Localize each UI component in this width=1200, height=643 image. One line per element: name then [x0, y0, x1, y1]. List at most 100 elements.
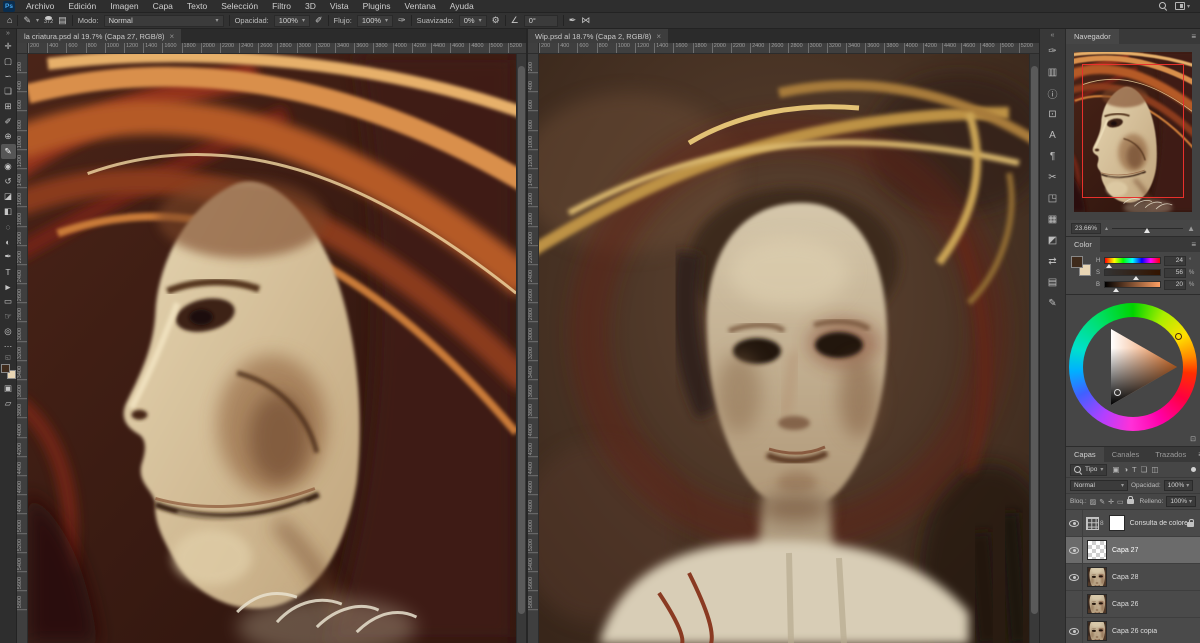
blend-mode-select[interactable]: Normal ▾: [103, 14, 224, 27]
scrollbar-2[interactable]: [1029, 54, 1039, 643]
brush-preset-picker[interactable]: 372: [44, 15, 53, 26]
slider-bar-s[interactable]: [1104, 269, 1161, 280]
navigator-view-box[interactable]: [1082, 64, 1184, 198]
lock-paint-icon[interactable]: ✎: [1099, 498, 1105, 506]
filter-shape-layers-icon[interactable]: ❏: [1141, 465, 1148, 474]
horizontal-ruler-2[interactable]: 200 400 600 800 1000 1200 1400 1600 1800 2000 2200…: [539, 43, 1039, 53]
slider-value-s[interactable]: 56: [1164, 267, 1186, 278]
menu-imagen[interactable]: Imagen: [103, 0, 145, 13]
airbrush-icon[interactable]: ✑: [398, 16, 406, 25]
object-selection-tool[interactable]: ❏: [1, 84, 16, 99]
layer-comps-panel-icon[interactable]: ▤: [1042, 272, 1064, 293]
pen-tool[interactable]: ✒: [1, 249, 16, 264]
gradient-tool[interactable]: ◧: [1, 204, 16, 219]
lock-move-icon[interactable]: ✛: [1108, 498, 1114, 506]
history-brush-tool[interactable]: ↺: [1, 174, 16, 189]
canvas-1[interactable]: [28, 54, 516, 643]
panel-menu-icon[interactable]: ≡: [1187, 237, 1200, 252]
lock-artboard-icon[interactable]: ▭: [1117, 498, 1124, 506]
toggle-brush-panel-icon[interactable]: ▤: [58, 16, 67, 25]
wheel-options-icon[interactable]: ⊡: [1190, 435, 1196, 443]
properties-panel-icon[interactable]: ◳: [1042, 188, 1064, 209]
zoom-out-icon[interactable]: ▴: [1105, 225, 1108, 232]
toolbar-collapse-icon[interactable]: »: [6, 29, 10, 39]
layer-filter-type-select[interactable]: Tipo ▾: [1070, 463, 1108, 476]
ruler-corner[interactable]: [528, 43, 539, 53]
menu-edicin[interactable]: Edición: [61, 0, 103, 13]
layer-row-4[interactable]: Capa 26 copia: [1066, 618, 1200, 643]
layer-visibility-toggle[interactable]: [1066, 591, 1083, 617]
filter-pixel-layers-icon[interactable]: ▣: [1112, 465, 1119, 474]
layer-thumbnail[interactable]: [1087, 567, 1107, 587]
foreground-color-swatch[interactable]: [0, 364, 10, 373]
color-panel-swatches[interactable]: [1071, 256, 1091, 276]
lock-all-icon[interactable]: [1126, 495, 1134, 504]
slider-bar-b[interactable]: [1104, 281, 1161, 292]
tab-capas[interactable]: Capas: [1066, 447, 1104, 462]
close-tab-icon[interactable]: ×: [656, 32, 661, 41]
layer-row-0[interactable]: 8 Consulta de colores 1: [1066, 510, 1200, 537]
marquee-tool[interactable]: ▢: [1, 54, 16, 69]
slider-thumb[interactable]: [1105, 261, 1112, 268]
menu-vista[interactable]: Vista: [323, 0, 356, 13]
layer-thumbnail[interactable]: [1087, 621, 1107, 641]
default-colors-icon[interactable]: ◱: [5, 354, 11, 362]
menu-ventana[interactable]: Ventana: [398, 0, 443, 13]
eraser-tool[interactable]: ◪: [1, 189, 16, 204]
brush-tool-icon[interactable]: ✎: [23, 16, 31, 25]
slider-bar-h[interactable]: [1104, 257, 1161, 268]
saturation-brightness-triangle[interactable]: [1069, 303, 1197, 431]
clone-stamp-tool[interactable]: ◉: [1, 159, 16, 174]
layer-opacity-select[interactable]: 100% ▾: [1163, 480, 1194, 491]
layer-row-3[interactable]: Capa 26: [1066, 591, 1200, 618]
layer-visibility-toggle[interactable]: [1066, 510, 1083, 536]
blur-tool[interactable]: ◌: [1, 219, 16, 234]
brushes-panel-icon[interactable]: ✑: [1042, 41, 1064, 62]
clone-source-panel-icon[interactable]: ⊡: [1042, 104, 1064, 125]
timeline-panel-icon[interactable]: ⇄: [1042, 251, 1064, 272]
tab-color[interactable]: Color: [1066, 237, 1100, 252]
menu-3d[interactable]: 3D: [298, 0, 323, 13]
layer-visibility-toggle[interactable]: [1066, 537, 1083, 563]
libraries-panel-icon[interactable]: ▦: [1042, 209, 1064, 230]
paint-symmetry-icon[interactable]: ⋈: [581, 16, 590, 25]
hand-tool[interactable]: ☞: [1, 309, 16, 324]
slider-thumb[interactable]: [1113, 285, 1119, 292]
brush-tool[interactable]: ✎: [0, 144, 16, 159]
character-panel-icon[interactable]: A: [1042, 125, 1064, 146]
adjustments-panel-icon[interactable]: ◩: [1042, 230, 1064, 251]
move-tool[interactable]: ✛: [1, 39, 16, 54]
home-icon[interactable]: ⌂: [7, 16, 12, 25]
menu-filtro[interactable]: Filtro: [265, 0, 298, 13]
workspace-switcher[interactable]: ▾: [1174, 2, 1190, 10]
smoothing-select[interactable]: 0% ▾: [458, 14, 487, 27]
smoothing-gear-icon[interactable]: ⚙: [492, 16, 500, 25]
histogram-panel-icon[interactable]: ▥: [1042, 62, 1064, 83]
menu-ayuda[interactable]: Ayuda: [443, 0, 481, 13]
opacity-select[interactable]: 100% ▾: [273, 14, 310, 27]
healing-brush-tool[interactable]: ⊕: [1, 129, 16, 144]
eyedropper-tool[interactable]: ✐: [1, 114, 16, 129]
slider-value-h[interactable]: 24: [1164, 255, 1186, 266]
layer-visibility-toggle[interactable]: [1066, 618, 1083, 643]
panel-menu-icon[interactable]: ≡: [1194, 447, 1200, 462]
color-swatches[interactable]: [0, 364, 16, 379]
menu-plugins[interactable]: Plugins: [356, 0, 398, 13]
filter-toggle-pin[interactable]: [1191, 467, 1196, 472]
pressure-opacity-icon[interactable]: ✐: [315, 16, 323, 25]
zoom-slider-thumb[interactable]: [1144, 225, 1151, 233]
navigator-zoom-slider[interactable]: [1112, 223, 1184, 233]
menu-archivo[interactable]: Archivo: [19, 0, 61, 13]
layer-blend-mode-select[interactable]: Normal ▾: [1070, 480, 1128, 491]
path-selection-tool[interactable]: ►: [1, 279, 16, 294]
hue-ring-selector[interactable]: [1175, 333, 1182, 340]
scrollbar-1[interactable]: [516, 54, 526, 643]
type-tool[interactable]: T: [1, 264, 16, 279]
screen-mode[interactable]: ▱: [1, 396, 16, 411]
layer-fill-select[interactable]: 100% ▾: [1166, 496, 1196, 507]
filter-adjustment-layers-icon[interactable]: ◑: [1124, 465, 1129, 474]
tab-trazados[interactable]: Trazados: [1147, 447, 1194, 462]
navigator-thumbnail[interactable]: [1074, 52, 1192, 212]
quick-mask[interactable]: ▣: [1, 381, 16, 396]
canvas-2[interactable]: [539, 54, 1029, 643]
